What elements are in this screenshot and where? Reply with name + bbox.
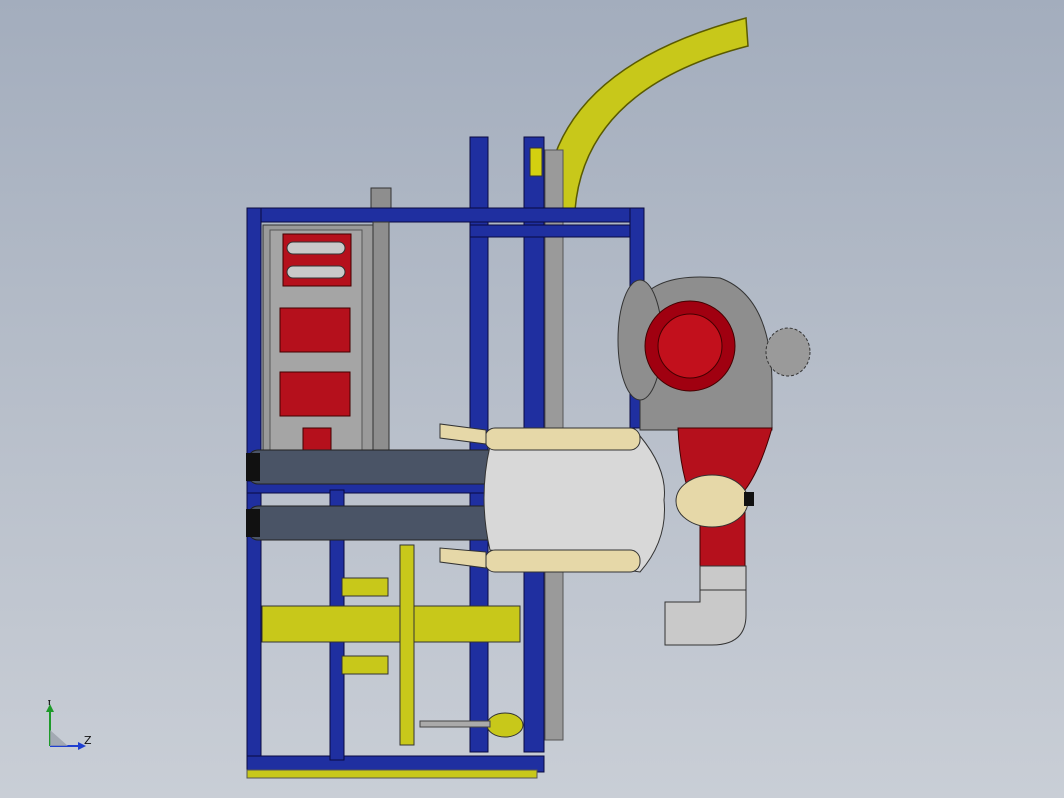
yellow-coupling (486, 712, 524, 738)
cabinet-rail (372, 221, 390, 473)
relay-cyl-2 (286, 265, 346, 279)
foot-upper (246, 453, 260, 481)
coordinate-triad: Y Z (45, 700, 92, 750)
arm-upper (484, 427, 641, 451)
yellow-bracket-bottom (341, 655, 389, 675)
blower-gear (765, 327, 811, 377)
relay-block-3 (279, 371, 351, 417)
yellow-bracket-top (341, 577, 389, 597)
curved-duct (544, 17, 749, 211)
grey-chimney (370, 187, 392, 211)
blower-inlet-inner (657, 313, 723, 379)
leg-lower (247, 505, 499, 541)
pipe-elbow (664, 589, 747, 646)
relay-block-2 (279, 307, 351, 353)
head-sensor (744, 492, 754, 506)
yellow-shaft (261, 605, 521, 643)
rod (419, 720, 491, 728)
z-axis-label: Z (84, 734, 92, 747)
cad-viewport[interactable] (0, 0, 1064, 798)
yellow-column (529, 147, 543, 177)
arm-lower (484, 549, 641, 573)
foot-lower (246, 509, 260, 537)
yellow-disc (399, 544, 415, 746)
frame-base-plate (246, 769, 538, 779)
pipe-collar (699, 565, 747, 591)
relay-cyl-1 (286, 241, 346, 255)
y-axis-label: Y (45, 700, 53, 708)
triad-plane (50, 730, 68, 746)
head (675, 474, 749, 528)
hand-lower (439, 547, 487, 569)
frame-top-beam (246, 207, 643, 223)
frame-inner-beam (469, 224, 631, 238)
leg-upper (247, 449, 499, 485)
